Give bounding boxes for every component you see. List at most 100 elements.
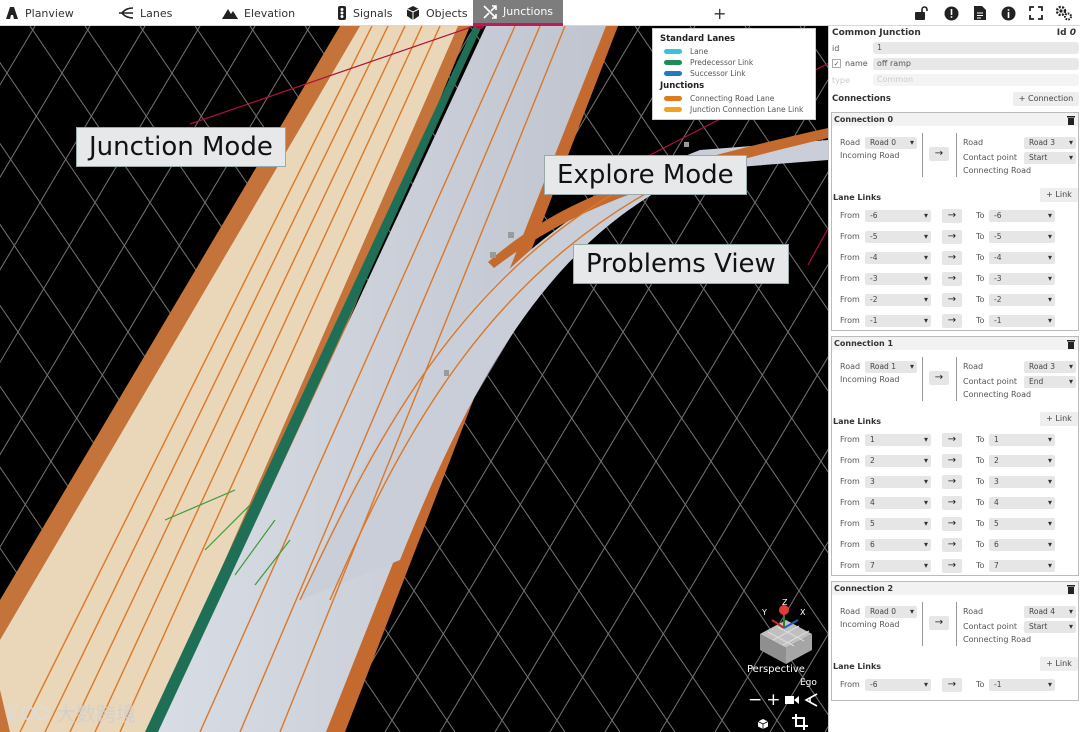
link-arrow-button[interactable]: → — [942, 209, 962, 223]
prop-id-field[interactable]: 1 — [873, 42, 1079, 54]
legend-standard-heading: Standard Lanes — [660, 34, 736, 44]
delete-connection-button[interactable] — [1064, 338, 1077, 349]
link-arrow-button[interactable]: → — [942, 517, 962, 531]
link-arrow-button[interactable]: → — [942, 678, 962, 692]
crop-icon[interactable] — [792, 714, 808, 730]
add-connection-button[interactable]: + Connection — [1013, 92, 1079, 106]
settings-button[interactable] — [1055, 4, 1073, 22]
info-button[interactable] — [999, 4, 1017, 22]
box-icon[interactable] — [757, 718, 769, 730]
delete-connection-button[interactable] — [1064, 114, 1077, 125]
prop-name-row: ✓ name — [832, 57, 868, 70]
link-to-select[interactable]: 3 — [989, 476, 1055, 488]
divider — [956, 602, 957, 646]
link-to-select[interactable]: -4 — [989, 252, 1055, 264]
link-to-select[interactable]: -1 — [989, 679, 1055, 691]
connect-arrow-button[interactable]: → — [929, 616, 949, 630]
link-from-select[interactable]: 5 — [865, 518, 931, 530]
link-from-select[interactable]: 7 — [865, 560, 931, 572]
link-to-select[interactable]: 7 — [989, 560, 1055, 572]
link-to-select[interactable]: 2 — [989, 455, 1055, 467]
link-to-select[interactable]: 1 — [989, 434, 1055, 446]
document-button[interactable] — [971, 4, 989, 22]
link-from-select[interactable]: 1 — [865, 434, 931, 446]
legend-item-junction-connection-lane-link: Junction Connection Lane Link — [660, 104, 808, 115]
connecting-road-select[interactable]: Road 3 — [1024, 361, 1076, 373]
link-from-select[interactable]: -1 — [865, 315, 931, 327]
link-to-select[interactable]: 5 — [989, 518, 1055, 530]
contact-point-select[interactable]: Start — [1024, 621, 1076, 633]
link-to-select[interactable]: 4 — [989, 497, 1055, 509]
connect-arrow-button[interactable]: → — [929, 147, 949, 161]
connecting-road-select[interactable]: Road 3 — [1024, 137, 1076, 149]
delete-connection-button[interactable] — [1064, 583, 1077, 594]
add-link-button[interactable]: + Link — [1040, 657, 1078, 671]
link-to-label: To — [976, 498, 985, 507]
link-from-select[interactable]: -5 — [865, 231, 931, 243]
link-arrow-button[interactable]: → — [942, 475, 962, 489]
prop-name-field[interactable]: off ramp — [873, 58, 1079, 70]
link-from-select[interactable]: -2 — [865, 294, 931, 306]
zoom-in-button[interactable]: + — [766, 690, 780, 710]
link-to-select[interactable]: -1 — [989, 315, 1055, 327]
contact-point-select[interactable]: Start — [1024, 152, 1076, 164]
link-to-select[interactable]: 6 — [989, 539, 1055, 551]
link-arrow-button[interactable]: → — [942, 433, 962, 447]
divider — [922, 357, 923, 401]
link-from-select[interactable]: 3 — [865, 476, 931, 488]
camera-icon[interactable] — [784, 694, 799, 706]
add-button[interactable]: + — [713, 0, 726, 26]
incoming-road-select[interactable]: Road 0 — [865, 137, 917, 149]
link-to-select[interactable]: -2 — [989, 294, 1055, 306]
add-link-button[interactable]: + Link — [1040, 412, 1078, 426]
settings-icon — [1055, 5, 1072, 21]
link-from-select[interactable]: -6 — [865, 679, 931, 691]
projection-mode-label[interactable]: Perspective — [747, 664, 805, 675]
lanes-icon — [119, 7, 134, 19]
link-arrow-button[interactable]: → — [942, 454, 962, 468]
divider — [922, 133, 923, 177]
link-arrow-button[interactable]: → — [942, 230, 962, 244]
link-arrow-button[interactable]: → — [942, 272, 962, 286]
add-link-button[interactable]: + Link — [1040, 188, 1078, 202]
tab-signals[interactable]: Signals — [337, 0, 393, 26]
link-from-select[interactable]: -3 — [865, 273, 931, 285]
link-from-select[interactable]: -4 — [865, 252, 931, 264]
link-to-select[interactable]: -5 — [989, 231, 1055, 243]
camera-mode-label[interactable]: Ego — [800, 678, 817, 688]
camera-frustum-icon[interactable] — [803, 692, 819, 708]
tab-lanes[interactable]: Lanes — [118, 0, 172, 26]
name-checkbox[interactable]: ✓ — [832, 59, 841, 68]
link-to-select[interactable]: -6 — [989, 210, 1055, 222]
problems-button[interactable] — [942, 4, 960, 22]
link-from-select[interactable]: 6 — [865, 539, 931, 551]
legend-item-successor: Successor Link — [660, 68, 808, 79]
link-to-select[interactable]: -3 — [989, 273, 1055, 285]
incoming-road-select[interactable]: Road 1 — [865, 361, 917, 373]
link-from-select[interactable]: -6 — [865, 210, 931, 222]
connect-arrow-button[interactable]: → — [929, 371, 949, 385]
link-from-select[interactable]: 2 — [865, 455, 931, 467]
link-arrow-button[interactable]: → — [942, 538, 962, 552]
link-to-label: To — [976, 435, 985, 444]
link-from-select[interactable]: 4 — [865, 497, 931, 509]
tab-elevation[interactable]: Elevation — [222, 0, 295, 26]
link-arrow-button[interactable]: → — [942, 293, 962, 307]
fullscreen-button[interactable] — [1027, 4, 1045, 22]
panel-id-label: Id — [1056, 28, 1067, 38]
link-arrow-button[interactable]: → — [942, 496, 962, 510]
tab-objects[interactable]: Objects — [406, 0, 468, 26]
incoming-road-select[interactable]: Road 0 — [865, 606, 917, 618]
contact-point-select[interactable]: End — [1024, 376, 1076, 388]
divider — [956, 133, 957, 177]
tab-planview[interactable]: Planview — [5, 0, 74, 26]
link-arrow-button[interactable]: → — [942, 314, 962, 328]
tab-junctions[interactable]: Junctions — [473, 0, 564, 26]
link-arrow-button[interactable]: → — [942, 559, 962, 573]
contact-point-label: Contact point — [963, 377, 1018, 386]
link-arrow-button[interactable]: → — [942, 251, 962, 265]
lock-button[interactable] — [912, 4, 930, 22]
link-to-label: To — [976, 274, 985, 283]
connecting-road-select[interactable]: Road 4 — [1024, 606, 1076, 618]
zoom-out-button[interactable]: − — [748, 690, 762, 710]
